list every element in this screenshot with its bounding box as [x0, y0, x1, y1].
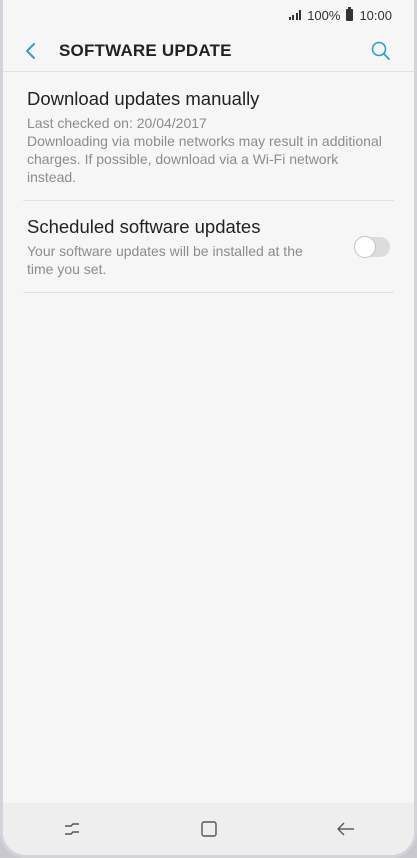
- download-updates-manually-item[interactable]: Download updates manually Last checked o…: [23, 73, 394, 201]
- signal-icon: [288, 10, 302, 20]
- battery-icon: [346, 7, 354, 21]
- toggle-knob: [354, 236, 376, 258]
- page-title: SOFTWARE UPDATE: [59, 40, 232, 60]
- scheduled-updates-toggle[interactable]: [354, 236, 390, 258]
- navigation-bar: [3, 803, 414, 855]
- recent-apps-icon: [64, 823, 79, 835]
- app-bar: SOFTWARE UPDATE: [3, 30, 414, 72]
- clock: 10:00: [359, 7, 392, 23]
- item-subtitle: Last checked on: 20/04/2017 Downloading …: [27, 115, 382, 185]
- home-button[interactable]: [179, 803, 239, 855]
- item-title: Download updates manually: [27, 88, 260, 109]
- phone-screen: 100% 10:00 SOFTWARE UPDATE Download upda…: [0, 0, 417, 858]
- item-subtitle: Your software updates will be installed …: [27, 243, 303, 277]
- item-title: Scheduled software updates: [27, 216, 261, 237]
- search-icon: [371, 41, 390, 60]
- nav-back-icon: [336, 822, 354, 836]
- back-button[interactable]: [3, 30, 59, 72]
- home-icon: [200, 821, 217, 837]
- nav-back-button[interactable]: [316, 803, 376, 855]
- scheduled-software-updates-item[interactable]: Scheduled software updates Your software…: [23, 201, 394, 293]
- status-bar: 100% 10:00: [3, 0, 414, 30]
- settings-list: Download updates manually Last checked o…: [3, 73, 414, 293]
- search-button[interactable]: [356, 30, 406, 72]
- recent-apps-button[interactable]: [42, 803, 102, 855]
- back-arrow-icon: [26, 42, 35, 59]
- battery-percent: 100%: [307, 7, 341, 23]
